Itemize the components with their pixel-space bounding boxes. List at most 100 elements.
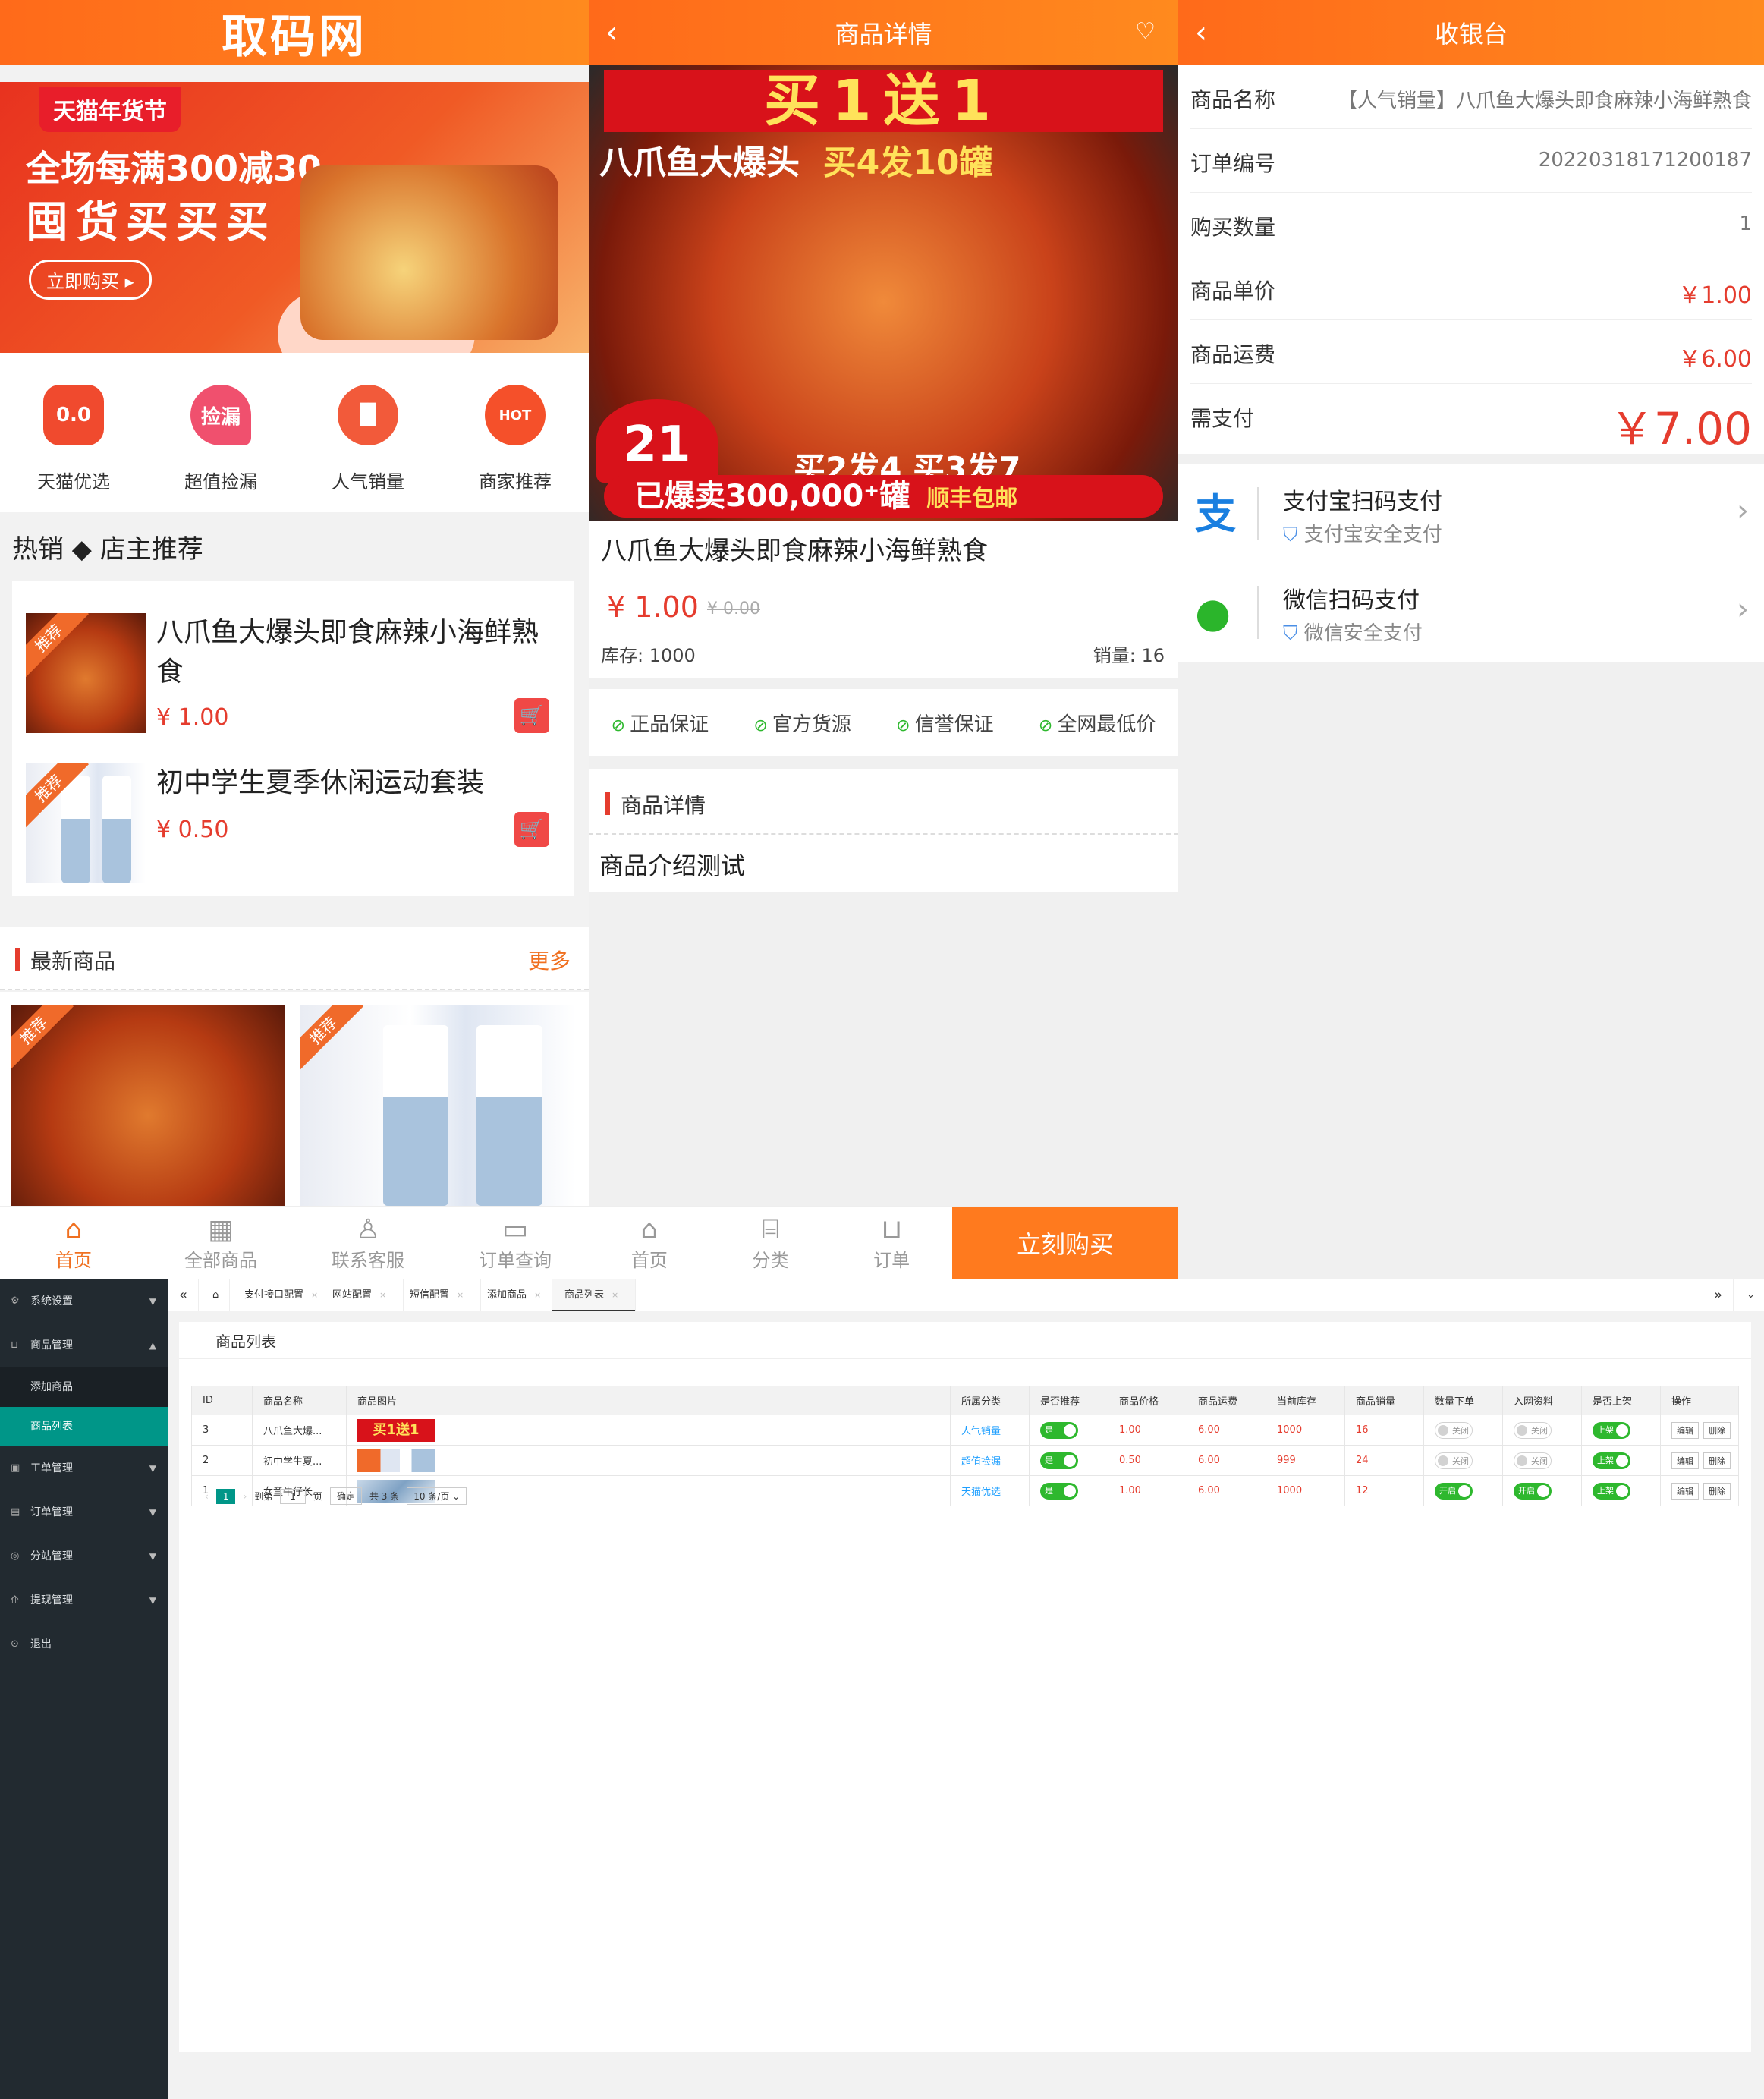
grid-item[interactable]: 推荐 bbox=[11, 1005, 285, 1206]
scroll-right-icon[interactable]: » bbox=[1702, 1279, 1734, 1311]
cell-network: 关闭 bbox=[1502, 1415, 1582, 1446]
qty-toggle[interactable]: 关闭 bbox=[1435, 1452, 1473, 1469]
tab-site-config[interactable]: 网站配置 × bbox=[320, 1279, 404, 1311]
next-page-icon[interactable]: › bbox=[243, 1491, 247, 1502]
alipay-option[interactable]: 支 支付宝扫码支付 ⛉ 支付宝安全支付 › bbox=[1178, 464, 1764, 563]
tab-order-query[interactable]: ▭ 订单查询 bbox=[442, 1207, 589, 1279]
cell-sales: 24 bbox=[1344, 1445, 1424, 1476]
image-headline: 买1送1 bbox=[604, 70, 1163, 132]
tab-home[interactable]: ⌂ 首页 bbox=[589, 1207, 710, 1279]
prev-page-icon[interactable]: ‹ bbox=[205, 1491, 209, 1502]
product-name: 八爪鱼大爆头即食麻辣小海鲜熟食 bbox=[601, 536, 988, 566]
tab-category[interactable]: ⌸ 分类 bbox=[710, 1207, 832, 1279]
close-icon[interactable]: × bbox=[379, 1290, 386, 1300]
tab-label: 联系客服 bbox=[332, 1249, 404, 1271]
cell-name: 八爪鱼大爆... bbox=[252, 1415, 347, 1446]
tab-support[interactable]: ♙ 联系客服 bbox=[294, 1207, 442, 1279]
product-image-thumb[interactable]: 买1送1 bbox=[357, 1418, 435, 1442]
goto-page-input[interactable]: 1 bbox=[280, 1488, 306, 1504]
submenu-add-product[interactable]: 添加商品 bbox=[0, 1367, 168, 1407]
edit-button[interactable]: 编辑 bbox=[1671, 1421, 1699, 1439]
shelf-toggle[interactable]: 上架 bbox=[1593, 1482, 1630, 1500]
back-icon[interactable]: ‹ bbox=[1195, 15, 1207, 50]
col-header: ID bbox=[191, 1386, 253, 1415]
product-image-thumb[interactable] bbox=[357, 1449, 435, 1472]
original-price: ¥ 0.00 bbox=[707, 599, 760, 618]
close-icon[interactable]: × bbox=[457, 1290, 464, 1300]
menu-substations[interactable]: ◎ 分站管理 ▼ bbox=[0, 1534, 168, 1578]
image-price-badge: 21 bbox=[596, 399, 718, 483]
buy-now-button[interactable]: 立刻购买 bbox=[952, 1207, 1178, 1279]
tab-label: 短信配置 bbox=[410, 1289, 450, 1301]
category-popular[interactable]: ▐▌ 人气销量 bbox=[294, 353, 442, 512]
category-tmall[interactable]: 0.0 天猫优选 bbox=[0, 353, 147, 512]
network-toggle[interactable]: 关闭 bbox=[1514, 1421, 1552, 1439]
cell-shelf: 上架 bbox=[1581, 1415, 1661, 1446]
shelf-toggle[interactable]: 上架 bbox=[1593, 1452, 1630, 1469]
scroll-left-icon[interactable]: « bbox=[168, 1279, 200, 1311]
delete-button[interactable]: 删除 bbox=[1703, 1482, 1731, 1500]
stock-text: 库存: 1000 bbox=[601, 645, 696, 666]
cell-image bbox=[346, 1445, 951, 1476]
menu-system[interactable]: ⚙ 系统设置 ▼ bbox=[0, 1279, 168, 1323]
banner-tag: 天猫年货节 bbox=[39, 87, 181, 132]
page-number[interactable]: 1 bbox=[215, 1488, 236, 1504]
recommend-toggle[interactable]: 是 bbox=[1040, 1452, 1078, 1469]
grid-item[interactable]: 推荐 bbox=[300, 1005, 575, 1206]
cell-price: 1.00 bbox=[1108, 1415, 1187, 1446]
tab-product-list[interactable]: 商品列表 × bbox=[552, 1279, 637, 1311]
close-icon[interactable]: × bbox=[311, 1290, 318, 1300]
col-header: 商品运费 bbox=[1187, 1386, 1266, 1415]
recommend-toggle[interactable]: 是 bbox=[1040, 1421, 1078, 1439]
tab-label: 订单 bbox=[873, 1249, 910, 1271]
submenu-product-list[interactable]: 商品列表 bbox=[0, 1407, 168, 1446]
qty-toggle[interactable]: 关闭 bbox=[1435, 1421, 1473, 1439]
tab-all-products[interactable]: ▦ 全部商品 bbox=[147, 1207, 294, 1279]
home-icon: ⌂ bbox=[64, 1213, 83, 1245]
cart-icon[interactable]: 🛒 bbox=[514, 698, 549, 733]
shelf-toggle[interactable]: 上架 bbox=[1593, 1421, 1630, 1439]
menu-logout[interactable]: ⊙ 退出 bbox=[0, 1622, 168, 1666]
tab-orders[interactable]: ⊔ 订单 bbox=[831, 1207, 952, 1279]
menu-orders[interactable]: ▤ 订单管理 ▼ bbox=[0, 1490, 168, 1534]
heart-icon[interactable]: ♡ bbox=[1135, 18, 1156, 45]
category-bargain[interactable]: 捡漏 超值捡漏 bbox=[147, 353, 294, 512]
wechat-option[interactable]: ● 微信扫码支付 ⛉ 微信安全支付 › bbox=[1178, 563, 1764, 662]
close-icon[interactable]: × bbox=[612, 1290, 618, 1300]
menu-label: 订单管理 bbox=[30, 1506, 73, 1518]
tab-add-product[interactable]: 添加商品 × bbox=[475, 1279, 559, 1311]
back-icon[interactable]: ‹ bbox=[605, 15, 618, 50]
cell-price: 1.00 bbox=[1108, 1475, 1187, 1506]
network-toggle[interactable]: 开启 bbox=[1514, 1482, 1552, 1500]
close-icon[interactable]: × bbox=[534, 1290, 541, 1300]
chevron-down-icon[interactable]: ⌄ bbox=[1737, 1279, 1764, 1311]
caret-down-icon: ▼ bbox=[149, 1507, 156, 1518]
promo-banner[interactable]: 天猫年货节 全场每满300减30 囤货买买买 立即购买 ▸ bbox=[0, 82, 589, 353]
list-item[interactable]: 推荐 初中学生夏季休闲运动套装 ¥ 0.50 🛒 bbox=[12, 748, 574, 892]
network-toggle[interactable]: 关闭 bbox=[1514, 1452, 1552, 1469]
tab-home[interactable]: ⌂ 首页 bbox=[0, 1207, 147, 1279]
category-recommend[interactable]: HOT 商家推荐 bbox=[442, 353, 589, 512]
more-link[interactable]: 更多 bbox=[528, 945, 571, 975]
image-subline: 八爪鱼大爆头 买4发10罐 bbox=[599, 135, 1168, 184]
menu-withdraw[interactable]: ⟰ 提现管理 ▼ bbox=[0, 1578, 168, 1622]
home-icon[interactable]: ⌂ bbox=[202, 1279, 231, 1311]
edit-button[interactable]: 编辑 bbox=[1671, 1452, 1699, 1469]
menu-products[interactable]: ⊔ 商品管理 ▲ bbox=[0, 1323, 168, 1367]
confirm-button[interactable]: 确定 bbox=[329, 1487, 362, 1505]
delete-button[interactable]: 删除 bbox=[1703, 1421, 1731, 1439]
menu-tickets[interactable]: ▣ 工单管理 ▼ bbox=[0, 1446, 168, 1490]
recommend-toggle[interactable]: 是 bbox=[1040, 1482, 1078, 1500]
cart-icon[interactable]: 🛒 bbox=[514, 812, 549, 847]
banner-line2: 囤货买买买 bbox=[26, 198, 276, 247]
list-item[interactable]: 推荐 八爪鱼大爆头即食麻辣小海鲜熟食 ¥ 1.00 🛒 bbox=[12, 598, 574, 742]
banner-buy-button[interactable]: 立即购买 ▸ bbox=[29, 260, 152, 300]
tab-sms-config[interactable]: 短信配置 × bbox=[398, 1279, 482, 1311]
detail-description: 商品介绍测试 bbox=[589, 835, 1178, 892]
cell-actions: 编辑 删除 bbox=[1660, 1415, 1739, 1446]
delete-button[interactable]: 删除 bbox=[1703, 1452, 1731, 1469]
hot-fire-icon: HOT bbox=[485, 385, 546, 445]
edit-button[interactable]: 编辑 bbox=[1671, 1482, 1699, 1500]
qty-toggle[interactable]: 开启 bbox=[1435, 1482, 1473, 1500]
per-page-select[interactable]: 10 条/页 ⌄ bbox=[407, 1487, 467, 1505]
